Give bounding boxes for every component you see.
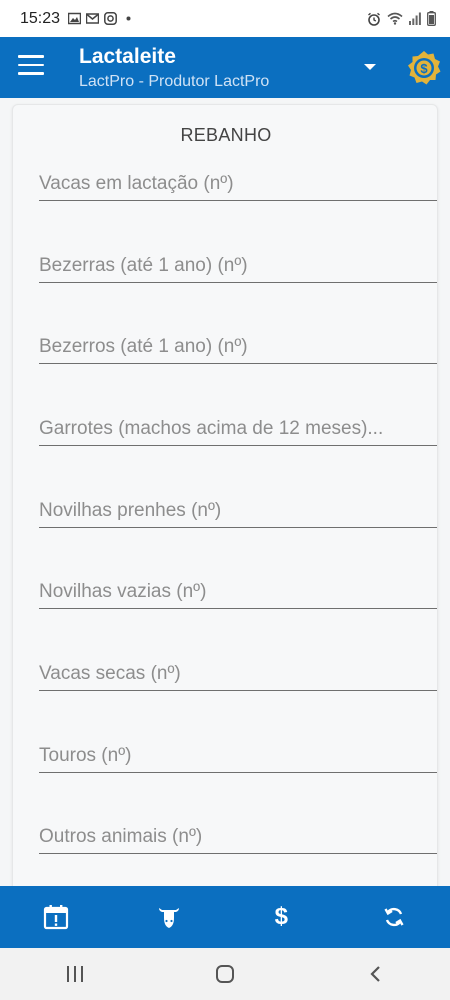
app-title: Lactaleite	[79, 45, 176, 68]
app-subtitle: LactPro - Produtor LactPro	[79, 73, 270, 90]
cow-head-icon	[158, 908, 179, 928]
field-label: Touros (nº)	[39, 745, 132, 766]
field-label: Bezerros (até 1 ano) (nº)	[39, 336, 248, 357]
recent-apps-icon	[67, 966, 83, 982]
field-vacas-lactacao[interactable]: Vacas em lactação (nº)	[39, 161, 437, 201]
dollar-badge-icon[interactable]: $	[405, 49, 443, 87]
status-bar: 15:23	[0, 0, 450, 37]
field-underline	[39, 199, 437, 201]
field-label: Novilhas vazias (nº)	[39, 581, 207, 602]
bottom-nav: $	[0, 886, 450, 948]
calendar-alert-icon	[44, 905, 69, 930]
home-button[interactable]	[150, 948, 300, 1000]
section-title: REBANHO	[180, 125, 272, 145]
field-garrotes[interactable]: Garrotes (machos acima de 12 meses)...	[39, 406, 437, 446]
field-underline	[39, 771, 437, 773]
dollar-icon: $	[274, 903, 288, 930]
gallery-icon	[68, 12, 82, 25]
field-outros-animais[interactable]: Outros animais (nº)	[39, 814, 437, 854]
field-label: Novilhas prenhes (nº)	[39, 500, 222, 521]
field-vacas-secas[interactable]: Vacas secas (nº)	[39, 651, 437, 691]
app-bar: Lactaleite LactPro - Produtor LactPro $	[0, 37, 450, 98]
gmail-icon	[86, 13, 100, 24]
field-underline	[39, 852, 437, 854]
nav-sync[interactable]	[338, 886, 450, 948]
wifi-icon	[387, 12, 403, 25]
nav-finance[interactable]: $	[225, 886, 338, 948]
dot-icon	[126, 16, 131, 21]
field-underline	[39, 362, 437, 364]
field-underline	[39, 689, 437, 691]
field-novilhas-prenhes[interactable]: Novilhas prenhes (nº)	[39, 488, 437, 528]
back-button[interactable]	[300, 948, 450, 1000]
field-label: Outros animais (nº)	[39, 826, 203, 847]
field-label: Bezerras (até 1 ano) (nº)	[39, 255, 248, 276]
battery-icon	[427, 11, 436, 26]
alarm-icon	[368, 12, 380, 26]
caret-down-icon[interactable]	[360, 59, 380, 75]
notification-icons	[68, 12, 135, 25]
field-touros[interactable]: Touros (nº)	[39, 733, 437, 773]
status-time: 15:23	[20, 9, 61, 27]
hamburger-menu-icon[interactable]	[18, 55, 44, 79]
nav-calendar[interactable]	[0, 886, 113, 948]
back-icon	[370, 966, 380, 982]
field-bezerros[interactable]: Bezerros (até 1 ano) (nº)	[39, 324, 437, 364]
status-right-icons	[367, 11, 436, 26]
instagram-icon	[104, 12, 117, 25]
system-navigation-bar	[0, 948, 450, 1000]
sync-icon	[384, 907, 404, 927]
recent-apps-button[interactable]	[0, 948, 150, 1000]
field-label: Garrotes (machos acima de 12 meses)...	[39, 418, 384, 439]
herd-form-card: REBANHO Vacas em lactação (nº) Bezerras …	[12, 104, 438, 886]
home-icon	[216, 965, 234, 983]
nav-herd[interactable]	[113, 886, 226, 948]
field-underline	[39, 281, 437, 283]
field-underline	[39, 526, 437, 528]
field-label: Vacas secas (nº)	[39, 663, 181, 684]
field-bezerras[interactable]: Bezerras (até 1 ano) (nº)	[39, 243, 437, 283]
signal-icon	[409, 12, 421, 25]
svg-text:$: $	[420, 61, 428, 76]
field-label: Vacas em lactação (nº)	[39, 173, 234, 194]
content-area: REBANHO Vacas em lactação (nº) Bezerras …	[0, 98, 450, 886]
field-underline	[39, 444, 437, 446]
field-underline	[39, 607, 437, 609]
field-novilhas-vazias[interactable]: Novilhas vazias (nº)	[39, 569, 437, 609]
